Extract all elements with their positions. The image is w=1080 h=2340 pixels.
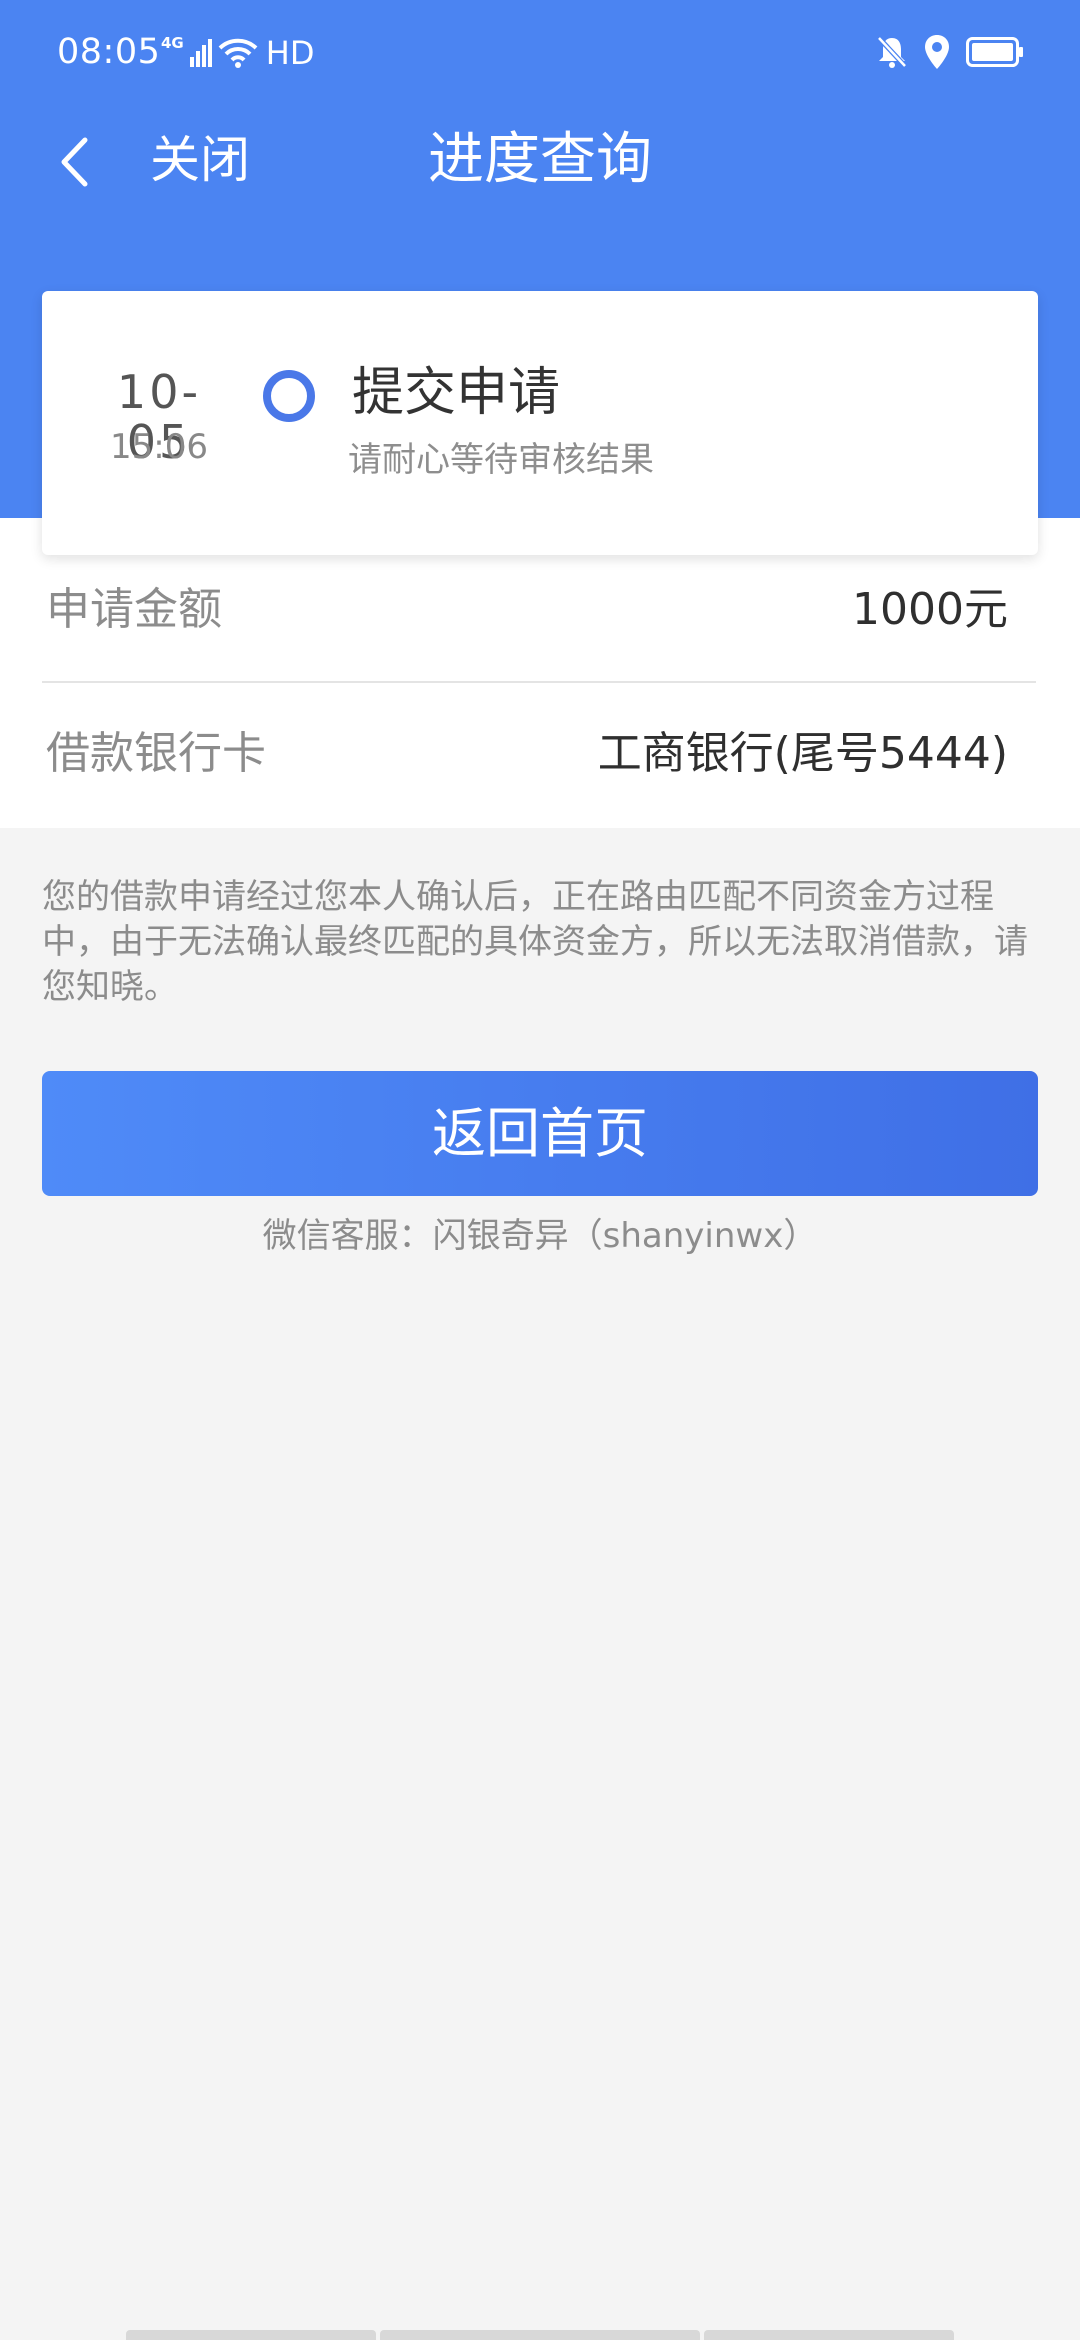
amount-label: 申请金额 [46,584,222,635]
signal-icon [189,39,212,67]
nav-bar: 关闭 进度查询 [0,108,1080,216]
hd-indicator: HD [265,34,315,72]
bank-card-row: 借款银行卡 工商银行(尾号5444) [42,704,1036,804]
wifi-icon [218,38,258,68]
location-icon [925,35,949,69]
bottom-edge-bars [0,2330,1080,2340]
row-divider [42,681,1036,683]
status-right-icons [876,34,1024,70]
bank-card-value: 工商银行(尾号5444) [597,728,1008,779]
page-title: 进度查询 [428,127,652,192]
return-home-button[interactable]: 返回首页 [42,1071,1038,1196]
progress-hint: 请耐心等待审核结果 [348,440,654,480]
notice-text: 您的借款申请经过您本人确认后，正在路由匹配不同资金方过程中，由于无法确认最终匹配… [42,877,1028,1007]
progress-status: 提交申请 [352,363,561,423]
amount-value: 1000元 [852,584,1008,635]
amount-row: 申请金额 1000元 [42,560,1036,660]
mute-icon [877,36,907,68]
progress-card: 10-05 15:06 提交申请 请耐心等待审核结果 [42,291,1038,555]
progress-dot-icon [263,370,315,422]
network-indicators: 4G HD [161,34,314,72]
progress-time: 15:06 [110,427,208,467]
battery-icon [966,37,1023,67]
status-time: 08:05 [57,32,161,72]
bank-card-label: 借款银行卡 [46,728,266,779]
customer-service-text: 微信客服：闪银奇异（shanyinwx） [262,1216,818,1256]
network-type: 4G [161,33,184,52]
status-bar: 08:05 4G HD [0,0,1080,108]
